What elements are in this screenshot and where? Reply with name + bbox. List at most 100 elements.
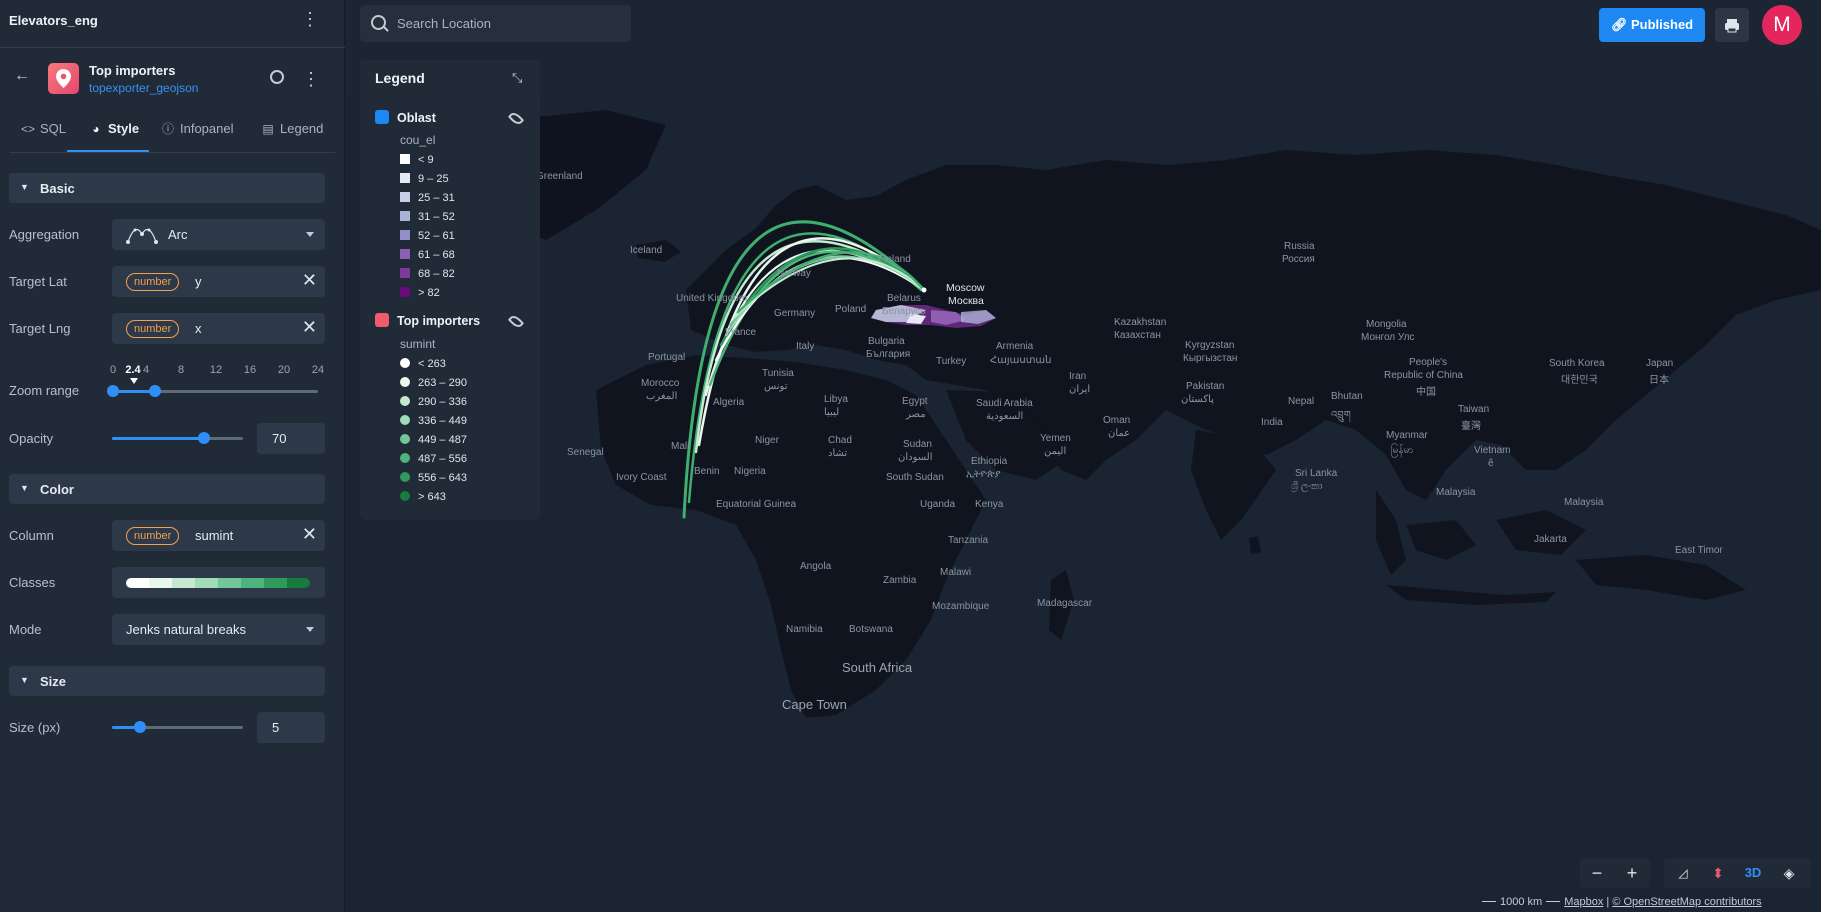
collapse-caret-icon: ▼: [20, 675, 29, 685]
map-label: Mongolia: [1366, 319, 1407, 330]
published-button[interactable]: 🔗︎ Published: [1599, 8, 1705, 42]
legend-swatch: [400, 249, 410, 259]
project-menu-icon[interactable]: ⋮: [300, 9, 320, 29]
zoom-tick: 16: [243, 364, 257, 376]
active-tab-indicator: [67, 150, 149, 152]
zoom-min-handle[interactable]: [107, 385, 119, 397]
map-label: Беларусь: [882, 306, 926, 317]
map-label: Ivory Coast: [616, 472, 667, 483]
size-section-header[interactable]: ▼ Size: [9, 666, 325, 696]
color-section-header[interactable]: ▼ Color: [9, 474, 325, 504]
legend-item-label: 556 – 643: [418, 472, 467, 484]
map-label: Namibia: [786, 624, 823, 635]
zoom-tick: 8: [177, 364, 185, 376]
zoom-out-button[interactable]: −: [1580, 858, 1614, 888]
aggregation-select[interactable]: Arc: [112, 219, 325, 250]
map-label: ê: [1488, 458, 1494, 469]
clear-icon[interactable]: ✕: [302, 270, 317, 291]
legend-item: 68 – 82: [400, 267, 455, 281]
layer-menu-icon[interactable]: ⋮: [301, 69, 321, 89]
map-label: Madagascar: [1037, 598, 1093, 609]
legend-item: > 643: [400, 490, 446, 504]
color-classes-select[interactable]: [112, 567, 325, 598]
search-box[interactable]: [360, 5, 631, 42]
map-label: Botswana: [849, 624, 893, 635]
map-label: Jakarta: [1534, 534, 1567, 545]
scale-bar: [1482, 901, 1496, 902]
map-label: Malaysia: [1436, 487, 1476, 498]
layers-icon[interactable]: ◈: [1772, 858, 1806, 888]
legend-item-label: 31 – 52: [418, 211, 455, 223]
zoom-max-handle[interactable]: [149, 385, 161, 397]
map-label: Nepal: [1288, 396, 1315, 407]
map-label: المغرب: [646, 391, 678, 402]
legend-layer-top-importers: Top importers: [375, 313, 480, 328]
collapse-caret-icon: ▼: [20, 182, 29, 192]
map-label: مصر: [906, 409, 926, 420]
basic-section-header[interactable]: ▼ Basic: [9, 173, 325, 203]
legend-swatch: [400, 192, 410, 202]
zoom-to-layer-icon[interactable]: [270, 70, 284, 84]
clear-icon[interactable]: ✕: [302, 524, 317, 545]
legend-item-label: 449 – 487: [418, 434, 467, 446]
osm-link[interactable]: © OpenStreetMap contributors: [1612, 896, 1761, 908]
compass-icon[interactable]: ⬍: [1701, 858, 1735, 888]
classification-mode-select[interactable]: Jenks natural breaks: [112, 614, 325, 645]
map-label: Oman: [1103, 415, 1131, 426]
map-label: South Sudan: [886, 472, 944, 483]
tab-infopanel[interactable]: ⓘ Infopanel: [160, 112, 234, 152]
map-label: Italy: [796, 341, 815, 352]
map-label: འབྲུག: [1331, 410, 1351, 421]
scale-bar: [1546, 901, 1561, 902]
measure-icon[interactable]: ◿: [1666, 858, 1700, 888]
map-label: تونس: [764, 381, 788, 392]
map-label: ایران: [1069, 384, 1091, 395]
mapbox-link[interactable]: Mapbox: [1564, 896, 1603, 908]
zoom-in-button[interactable]: +: [1615, 858, 1649, 888]
ramp-swatch: [195, 578, 218, 588]
map-label: East Timor: [1675, 545, 1723, 556]
tab-legend[interactable]: ▤ Legend: [260, 112, 323, 152]
target-lng-label: Target Lng: [9, 321, 71, 336]
target-lng-field[interactable]: number x ✕: [112, 313, 325, 344]
tab-sql[interactable]: <> SQL: [20, 112, 66, 152]
map-label: Bulgaria: [868, 336, 905, 347]
clear-icon[interactable]: ✕: [302, 317, 317, 338]
size-input[interactable]: 5: [257, 712, 325, 743]
legend-swatch: [400, 173, 410, 183]
map-label: Turkey: [936, 356, 967, 367]
style-sidebar: Elevators_eng ⋮ ← Top importers topexpor…: [0, 0, 345, 912]
legend-swatch: [400, 230, 410, 240]
eye-icon[interactable]: [507, 313, 525, 330]
layer-source-link[interactable]: topexporter_geojson: [89, 81, 198, 95]
opacity-handle[interactable]: [198, 432, 210, 444]
target-lat-field[interactable]: number y ✕: [112, 266, 325, 297]
map-label: United Kingdom: [676, 293, 748, 304]
map-label: Algeria: [713, 397, 745, 408]
color-column-field[interactable]: number sumint ✕: [112, 520, 325, 551]
size-handle[interactable]: [134, 721, 146, 733]
map-label: عمان: [1108, 428, 1131, 439]
zoom-tick: 20: [277, 364, 291, 376]
target-lat-label: Target Lat: [9, 274, 67, 289]
link-icon: 🔗︎: [1611, 17, 1628, 32]
map-label: Mozambique: [932, 601, 990, 612]
search-input[interactable]: [395, 15, 619, 32]
tab-style[interactable]: ◕ Style: [88, 112, 139, 152]
map-canvas[interactable]: Greenland Iceland Norway Finland Russia …: [346, 0, 1821, 912]
avatar[interactable]: M: [1762, 5, 1802, 45]
collapse-icon[interactable]: ⤡: [512, 70, 522, 86]
zoom-current-value: 2.4: [125, 364, 141, 376]
opacity-label: Opacity: [9, 431, 54, 446]
eye-icon[interactable]: [507, 110, 525, 127]
map-label: South Korea: [1549, 358, 1605, 369]
ramp-swatch: [264, 578, 287, 588]
legend-item-label: 25 – 31: [418, 192, 455, 204]
map-label: Uganda: [920, 499, 956, 510]
opacity-input[interactable]: 70: [257, 423, 325, 454]
back-arrow-icon[interactable]: ←: [14, 67, 30, 85]
print-button[interactable]: [1715, 8, 1749, 42]
legend-item-label: > 643: [418, 491, 446, 503]
legend-swatch: [400, 287, 410, 297]
toggle-3d-button[interactable]: 3D: [1736, 858, 1770, 888]
